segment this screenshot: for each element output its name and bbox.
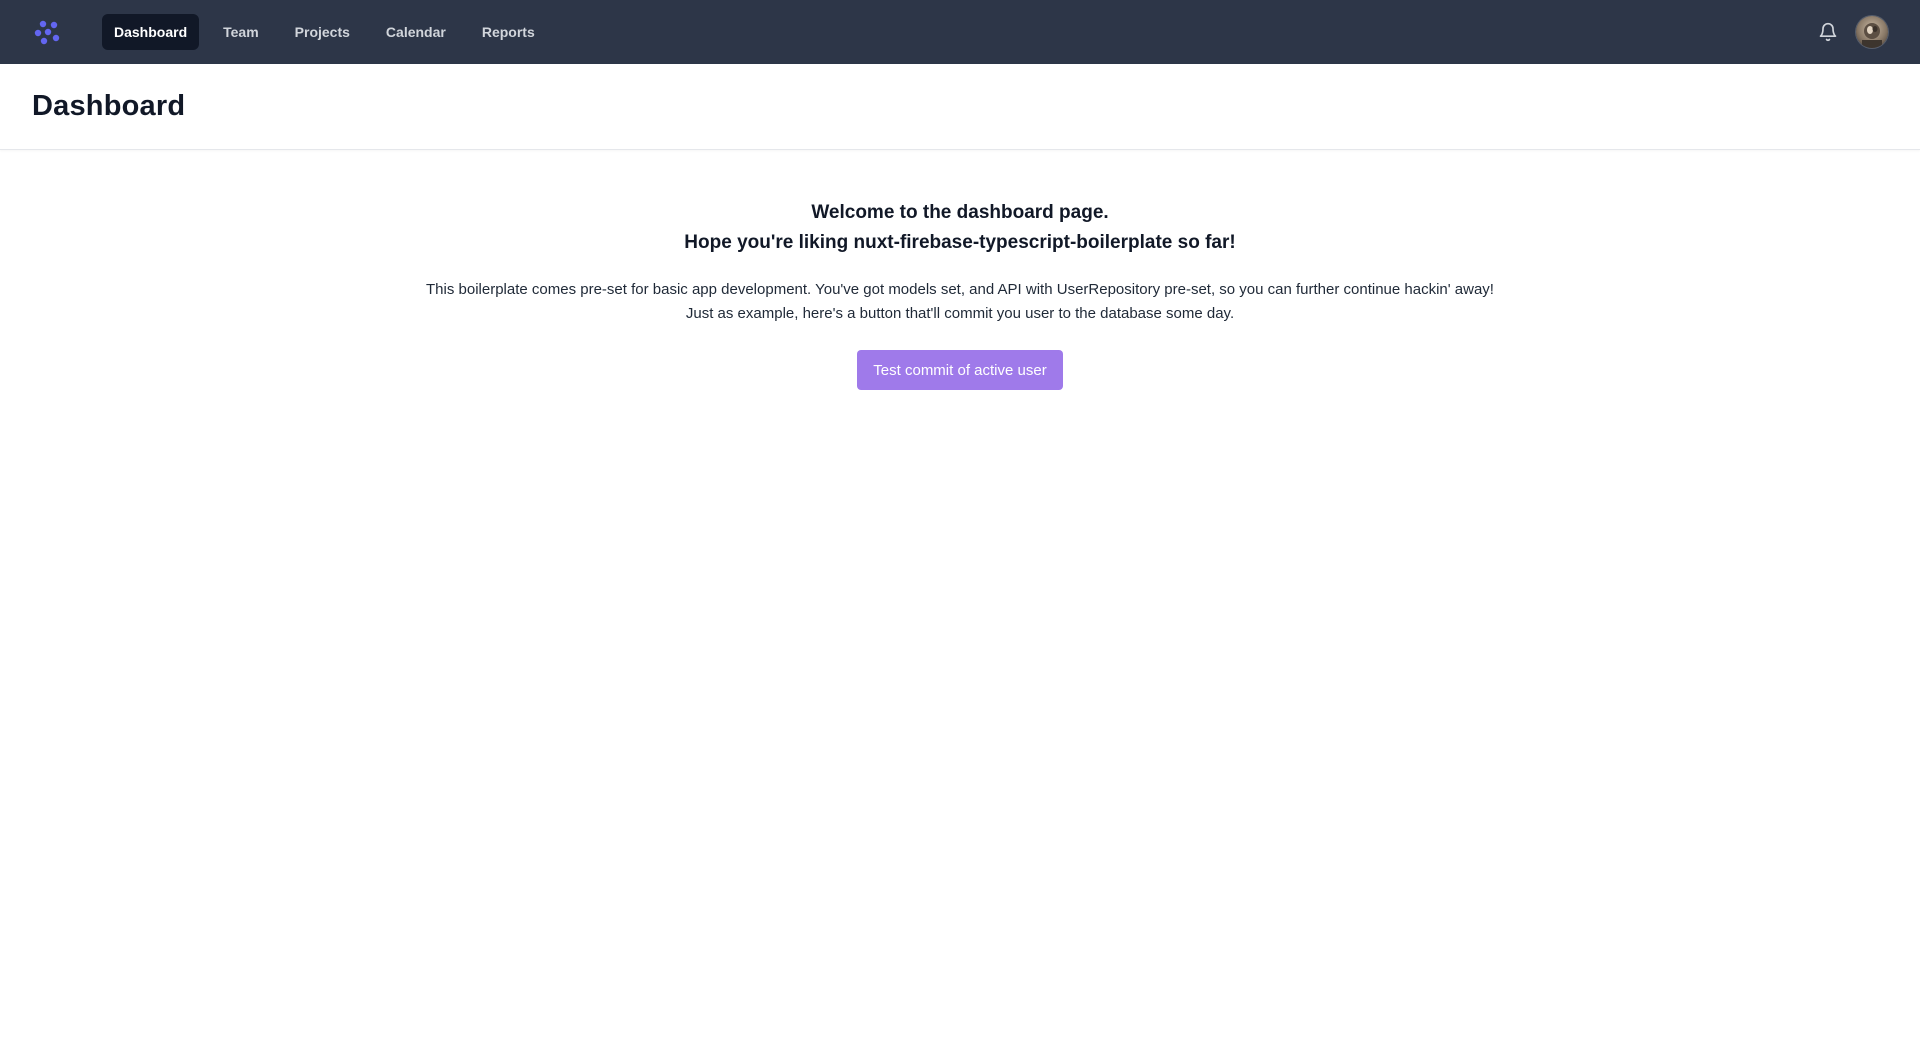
- description-text: This boilerplate comes pre-set for basic…: [426, 278, 1494, 326]
- welcome-line-2: Hope you're liking nuxt-firebase-typescr…: [684, 232, 1236, 253]
- nav-menu: Dashboard Team Projects Calendar Reports: [102, 14, 547, 50]
- description-line-2: Just as example, here's a button that'll…: [685, 305, 1235, 322]
- nav-right-group: [1816, 16, 1888, 48]
- top-navbar: Dashboard Team Projects Calendar Reports: [0, 0, 1920, 64]
- main-content: Welcome to the dashboard page. Hope you'…: [0, 150, 1920, 390]
- page-header: Dashboard: [0, 64, 1920, 150]
- description-line-1: This boilerplate comes pre-set for basic…: [426, 281, 1494, 298]
- welcome-heading: Welcome to the dashboard page. Hope you'…: [684, 198, 1235, 258]
- user-avatar[interactable]: [1856, 16, 1888, 48]
- welcome-line-1: Welcome to the dashboard page.: [811, 202, 1109, 223]
- nav-item-reports[interactable]: Reports: [470, 14, 547, 50]
- page-title: Dashboard: [32, 90, 186, 122]
- nav-item-dashboard[interactable]: Dashboard: [102, 14, 200, 50]
- bell-icon[interactable]: [1816, 20, 1840, 44]
- nav-item-team[interactable]: Team: [211, 14, 271, 50]
- nav-item-calendar[interactable]: Calendar: [374, 14, 458, 50]
- pinwheel-logo-icon[interactable]: [32, 16, 64, 48]
- test-commit-button[interactable]: Test commit of active user: [857, 350, 1063, 390]
- nav-item-projects[interactable]: Projects: [283, 14, 362, 50]
